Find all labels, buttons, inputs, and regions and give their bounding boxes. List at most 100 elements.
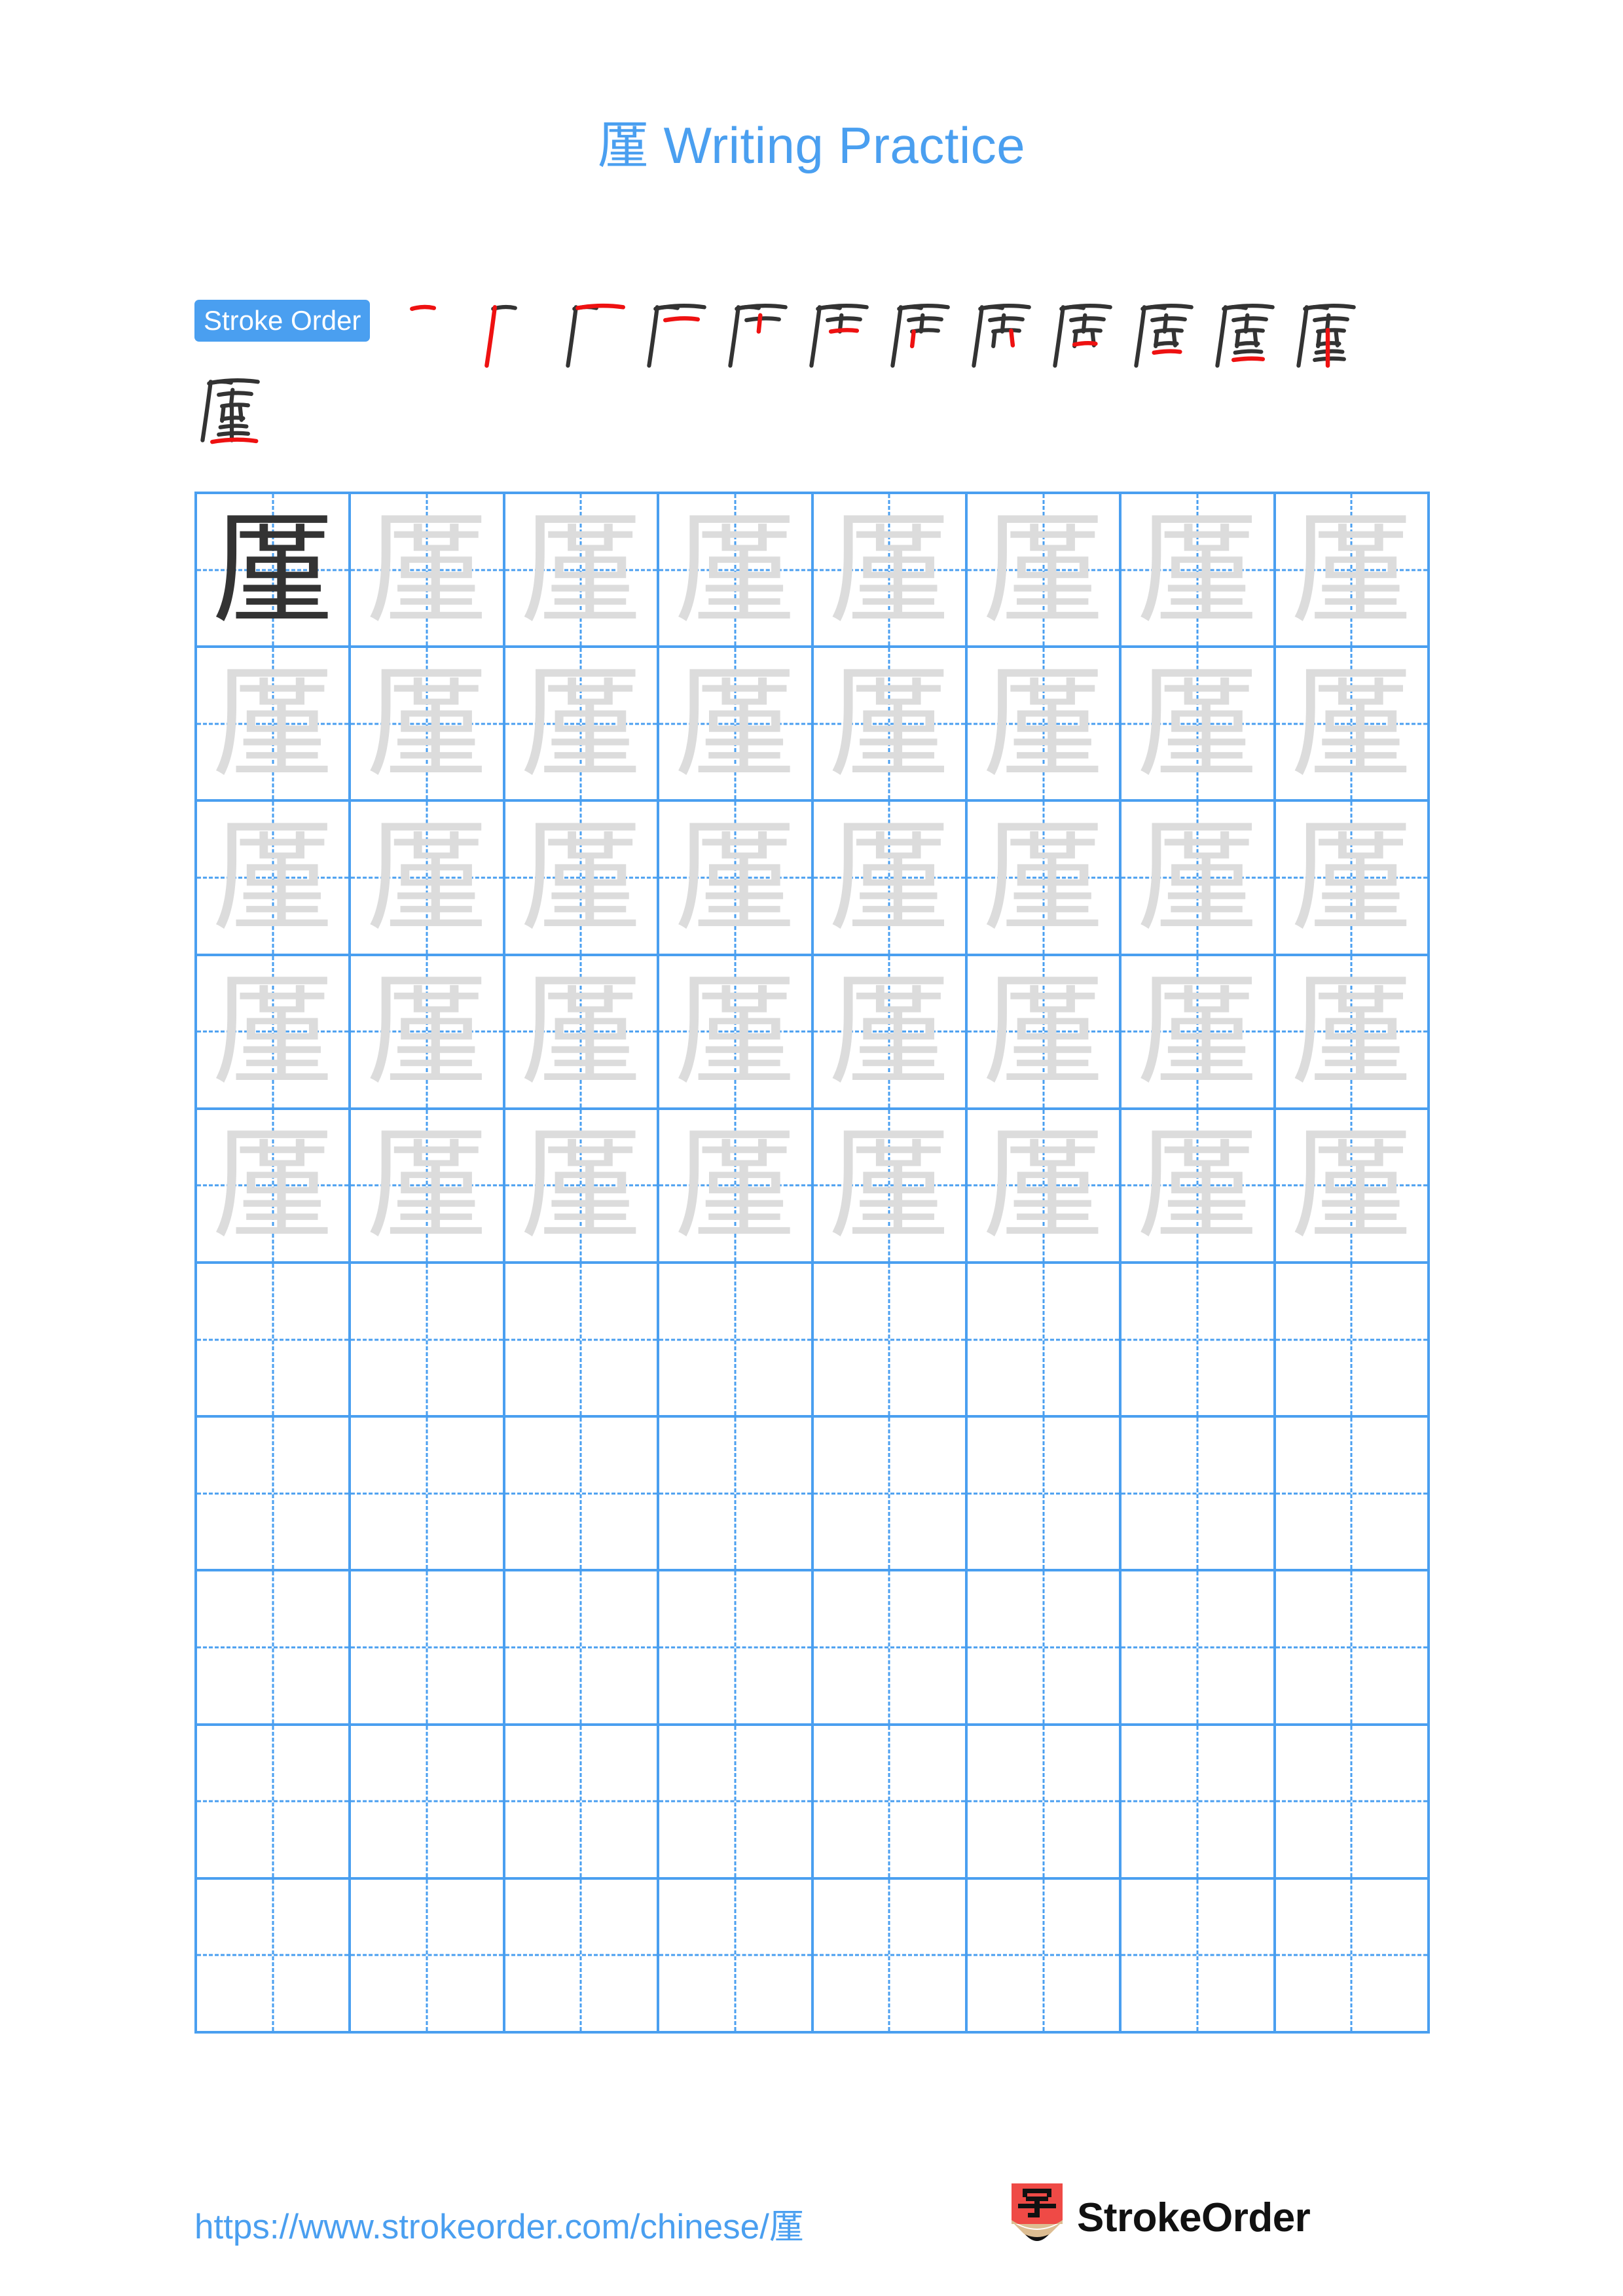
practice-cell-r6-c1[interactable]	[197, 1263, 352, 1418]
practice-cell-r10-c1[interactable]	[197, 1879, 352, 2034]
strokeorder-logo[interactable]: StrokeOrder	[1012, 2183, 1311, 2251]
practice-cell-r7-c1[interactable]	[197, 1418, 352, 1572]
practice-cell-r5-c5[interactable]: 厪	[813, 1109, 968, 1264]
practice-cell-r10-c3[interactable]	[505, 1879, 660, 2034]
practice-cell-r2-c4[interactable]: 厪	[659, 648, 814, 802]
practice-cell-r3-c5[interactable]: 厪	[813, 802, 968, 956]
practice-cell-r4-c3[interactable]: 厪	[505, 956, 660, 1110]
practice-cell-r2-c6[interactable]: 厪	[967, 648, 1122, 802]
practice-cell-r7-c7[interactable]	[1122, 1418, 1276, 1572]
practice-cell-r1-c3[interactable]: 厪	[505, 494, 660, 649]
practice-cell-r4-c4[interactable]: 厪	[659, 956, 814, 1110]
practice-cell-r1-c5[interactable]: 厪	[813, 494, 968, 649]
page-title-text: Writing Practice	[663, 117, 1026, 174]
practice-cell-r6-c5[interactable]	[813, 1263, 968, 1418]
page-title: 厪 Writing Practice	[0, 105, 1623, 178]
practice-cell-r9-c5[interactable]	[813, 1725, 968, 1880]
practice-cell-r7-c3[interactable]	[505, 1418, 660, 1572]
trace-character: 厪	[520, 1114, 642, 1257]
practice-cell-r1-c4[interactable]: 厪	[659, 494, 814, 649]
trace-character: 厪	[211, 1114, 334, 1257]
practice-cell-r10-c6[interactable]	[967, 1879, 1122, 2034]
practice-cell-r9-c3[interactable]	[505, 1725, 660, 1880]
trace-character: 厪	[520, 652, 642, 795]
stroke-step-1	[397, 296, 479, 377]
practice-cell-r2-c2[interactable]: 厪	[351, 648, 505, 802]
model-character: 厪	[211, 498, 334, 641]
practice-cell-r1-c7[interactable]: 厪	[1122, 494, 1276, 649]
practice-cell-r9-c2[interactable]	[351, 1725, 505, 1880]
trace-character: 厪	[520, 498, 642, 641]
practice-cell-r7-c5[interactable]	[813, 1418, 968, 1572]
trace-character: 厪	[1290, 498, 1413, 641]
practice-cell-r6-c2[interactable]	[351, 1263, 505, 1418]
trace-character: 厪	[674, 806, 796, 948]
practice-cell-r10-c7[interactable]	[1122, 1879, 1276, 2034]
practice-cell-r8-c7[interactable]	[1122, 1571, 1276, 1726]
practice-cell-r1-c1[interactable]: 厪	[197, 494, 352, 649]
practice-cell-r3-c3[interactable]: 厪	[505, 802, 660, 956]
practice-cell-r3-c8[interactable]: 厪	[1275, 802, 1430, 956]
practice-cell-r5-c2[interactable]: 厪	[351, 1109, 505, 1264]
trace-character: 厪	[1136, 1114, 1258, 1257]
practice-cell-r5-c1[interactable]: 厪	[197, 1109, 352, 1264]
practice-cell-r7-c8[interactable]	[1275, 1418, 1430, 1572]
practice-cell-r6-c8[interactable]	[1275, 1263, 1430, 1418]
practice-cell-r5-c3[interactable]: 厪	[505, 1109, 660, 1264]
practice-cell-r5-c7[interactable]: 厪	[1122, 1109, 1276, 1264]
practice-cell-r6-c3[interactable]	[505, 1263, 660, 1418]
practice-cell-r3-c2[interactable]: 厪	[351, 802, 505, 956]
practice-cell-r1-c6[interactable]: 厪	[967, 494, 1122, 649]
practice-cell-r1-c8[interactable]: 厪	[1275, 494, 1430, 649]
practice-cell-r4-c5[interactable]: 厪	[813, 956, 968, 1110]
practice-cell-r7-c4[interactable]	[659, 1418, 814, 1572]
practice-cell-r9-c4[interactable]	[659, 1725, 814, 1880]
practice-cell-r2-c5[interactable]: 厪	[813, 648, 968, 802]
practice-cell-r3-c4[interactable]: 厪	[659, 802, 814, 956]
practice-cell-r2-c7[interactable]: 厪	[1122, 648, 1276, 802]
practice-cell-r8-c6[interactable]	[967, 1571, 1122, 1726]
practice-cell-r10-c4[interactable]	[659, 1879, 814, 2034]
practice-cell-r1-c2[interactable]: 厪	[351, 494, 505, 649]
source-url-link[interactable]: https://www.strokeorder.com/chinese/厪	[194, 2199, 804, 2249]
practice-cell-r3-c7[interactable]: 厪	[1122, 802, 1276, 956]
trace-character: 厪	[366, 498, 488, 641]
practice-cell-r8-c5[interactable]	[813, 1571, 968, 1726]
practice-cell-r8-c4[interactable]	[659, 1571, 814, 1726]
practice-cell-r5-c8[interactable]: 厪	[1275, 1109, 1430, 1264]
practice-cell-r4-c2[interactable]: 厪	[351, 956, 505, 1110]
practice-cell-r6-c6[interactable]	[967, 1263, 1122, 1418]
practice-cell-r9-c7[interactable]	[1122, 1725, 1276, 1880]
practice-cell-r4-c6[interactable]: 厪	[967, 956, 1122, 1110]
practice-cell-r4-c8[interactable]: 厪	[1275, 956, 1430, 1110]
practice-cell-r3-c6[interactable]: 厪	[967, 802, 1122, 956]
trace-character: 厪	[520, 806, 642, 948]
practice-cell-r8-c8[interactable]	[1275, 1571, 1430, 1726]
trace-character: 厪	[828, 498, 951, 641]
practice-cell-r2-c8[interactable]: 厪	[1275, 648, 1430, 802]
practice-cell-r8-c2[interactable]	[351, 1571, 505, 1726]
practice-cell-r6-c4[interactable]	[659, 1263, 814, 1418]
trace-character: 厪	[1290, 806, 1413, 948]
practice-cell-r10-c5[interactable]	[813, 1879, 968, 2034]
practice-cell-r10-c2[interactable]	[351, 1879, 505, 2034]
practice-cell-r8-c3[interactable]	[505, 1571, 660, 1726]
practice-cell-r4-c1[interactable]: 厪	[197, 956, 352, 1110]
practice-cell-r9-c6[interactable]	[967, 1725, 1122, 1880]
stroke-step-13	[194, 370, 276, 452]
practice-cell-r5-c6[interactable]: 厪	[967, 1109, 1122, 1264]
practice-cell-r3-c1[interactable]: 厪	[197, 802, 352, 956]
practice-cell-r6-c7[interactable]	[1122, 1263, 1276, 1418]
trace-character: 厪	[1136, 960, 1258, 1103]
practice-cell-r7-c2[interactable]	[351, 1418, 505, 1572]
practice-cell-r7-c6[interactable]	[967, 1418, 1122, 1572]
practice-cell-r9-c1[interactable]	[197, 1725, 352, 1880]
practice-cell-r9-c8[interactable]	[1275, 1725, 1430, 1880]
practice-cell-r8-c1[interactable]	[197, 1571, 352, 1726]
page-footer: https://www.strokeorder.com/chinese/厪 St…	[0, 2183, 1623, 2266]
practice-cell-r2-c3[interactable]: 厪	[505, 648, 660, 802]
practice-cell-r2-c1[interactable]: 厪	[197, 648, 352, 802]
practice-cell-r5-c4[interactable]: 厪	[659, 1109, 814, 1264]
practice-cell-r10-c8[interactable]	[1275, 1879, 1430, 2034]
practice-cell-r4-c7[interactable]: 厪	[1122, 956, 1276, 1110]
